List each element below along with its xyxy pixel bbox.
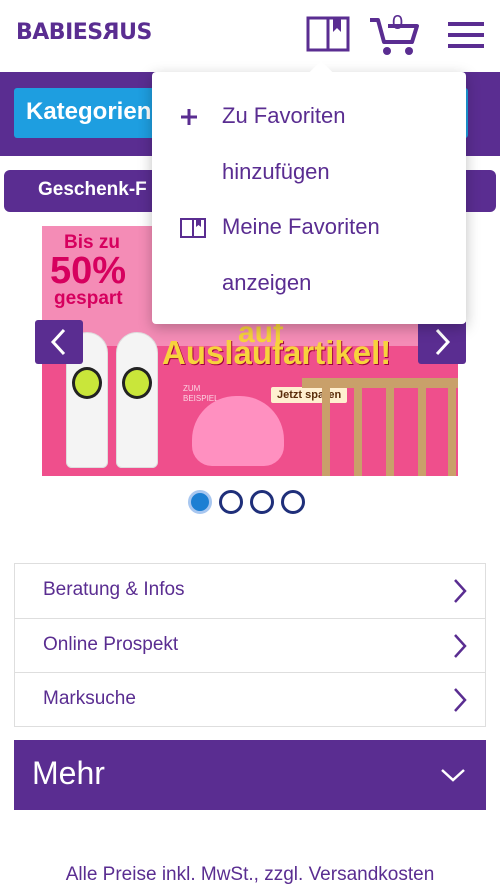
- carousel-dot[interactable]: [250, 490, 274, 514]
- more-accordion[interactable]: Mehr: [14, 740, 486, 810]
- baby-monitor-image: [116, 332, 158, 468]
- potty-image: [192, 396, 284, 466]
- add-favorites-label-1: Zu Favoriten: [222, 103, 346, 128]
- chevron-down-icon: [441, 769, 465, 782]
- banner-cta-button[interactable]: Jetzt sparen: [271, 387, 348, 403]
- chevron-right-icon: [454, 579, 467, 603]
- app-header: BABIESRUS 0: [0, 0, 500, 72]
- cart-count-badge: 0: [392, 12, 404, 34]
- banner-headline: Auslaufartikel!: [162, 334, 392, 371]
- carousel-dot[interactable]: [281, 490, 305, 514]
- link-brand-search[interactable]: Marksuche: [15, 672, 485, 726]
- crib-bar: [322, 378, 330, 476]
- info-links-list: Beratung & Infos Online Prospekt Marksuc…: [14, 563, 486, 727]
- carousel-dot[interactable]: [188, 490, 212, 514]
- link-label: Online Prospekt: [43, 634, 179, 655]
- link-label: Beratung & Infos: [43, 579, 185, 600]
- chevron-left-icon: [50, 328, 66, 356]
- add-to-favorites-item[interactable]: Zu Favoriten hinzufügen: [152, 88, 466, 200]
- link-advice-info[interactable]: Beratung & Infos: [15, 564, 485, 618]
- link-label: Marksuche: [43, 688, 136, 709]
- hamburger-menu-icon[interactable]: [448, 20, 484, 50]
- carousel-prev-button[interactable]: [35, 320, 83, 364]
- show-favorites-label-2: anzeigen: [222, 270, 312, 295]
- babies-r-us-logo[interactable]: BABIESRUS: [16, 20, 152, 45]
- plus-icon: [181, 109, 197, 125]
- price-footnote: Alle Preise inkl. MwSt., zzgl. Versandko…: [65, 864, 435, 885]
- favorites-dropdown: Zu Favoriten hinzufügen Meine Favoriten …: [152, 60, 466, 324]
- chevron-right-icon: [435, 328, 451, 356]
- show-favorites-item[interactable]: Meine Favoriten anzeigen: [152, 199, 466, 311]
- carousel-next-button[interactable]: [418, 320, 466, 364]
- carousel-dots: [188, 490, 308, 516]
- banner-saved-text: gespart: [54, 288, 123, 309]
- link-online-brochure[interactable]: Online Prospekt: [15, 618, 485, 672]
- favorites-icon[interactable]: [306, 16, 350, 52]
- crib-bar: [386, 378, 394, 476]
- more-label: Mehr: [32, 755, 105, 791]
- crib-bar: [418, 378, 426, 476]
- carousel-dot[interactable]: [219, 490, 243, 514]
- chevron-right-icon: [454, 688, 467, 712]
- crib-bar: [354, 378, 362, 476]
- chevron-right-icon: [454, 634, 467, 658]
- favorites-list-icon: [180, 218, 206, 238]
- show-favorites-label-1: Meine Favoriten: [222, 214, 380, 239]
- banner-percent-text: 50%: [50, 250, 127, 292]
- crib-bar: [448, 378, 456, 476]
- add-favorites-label-2: hinzufügen: [222, 159, 330, 184]
